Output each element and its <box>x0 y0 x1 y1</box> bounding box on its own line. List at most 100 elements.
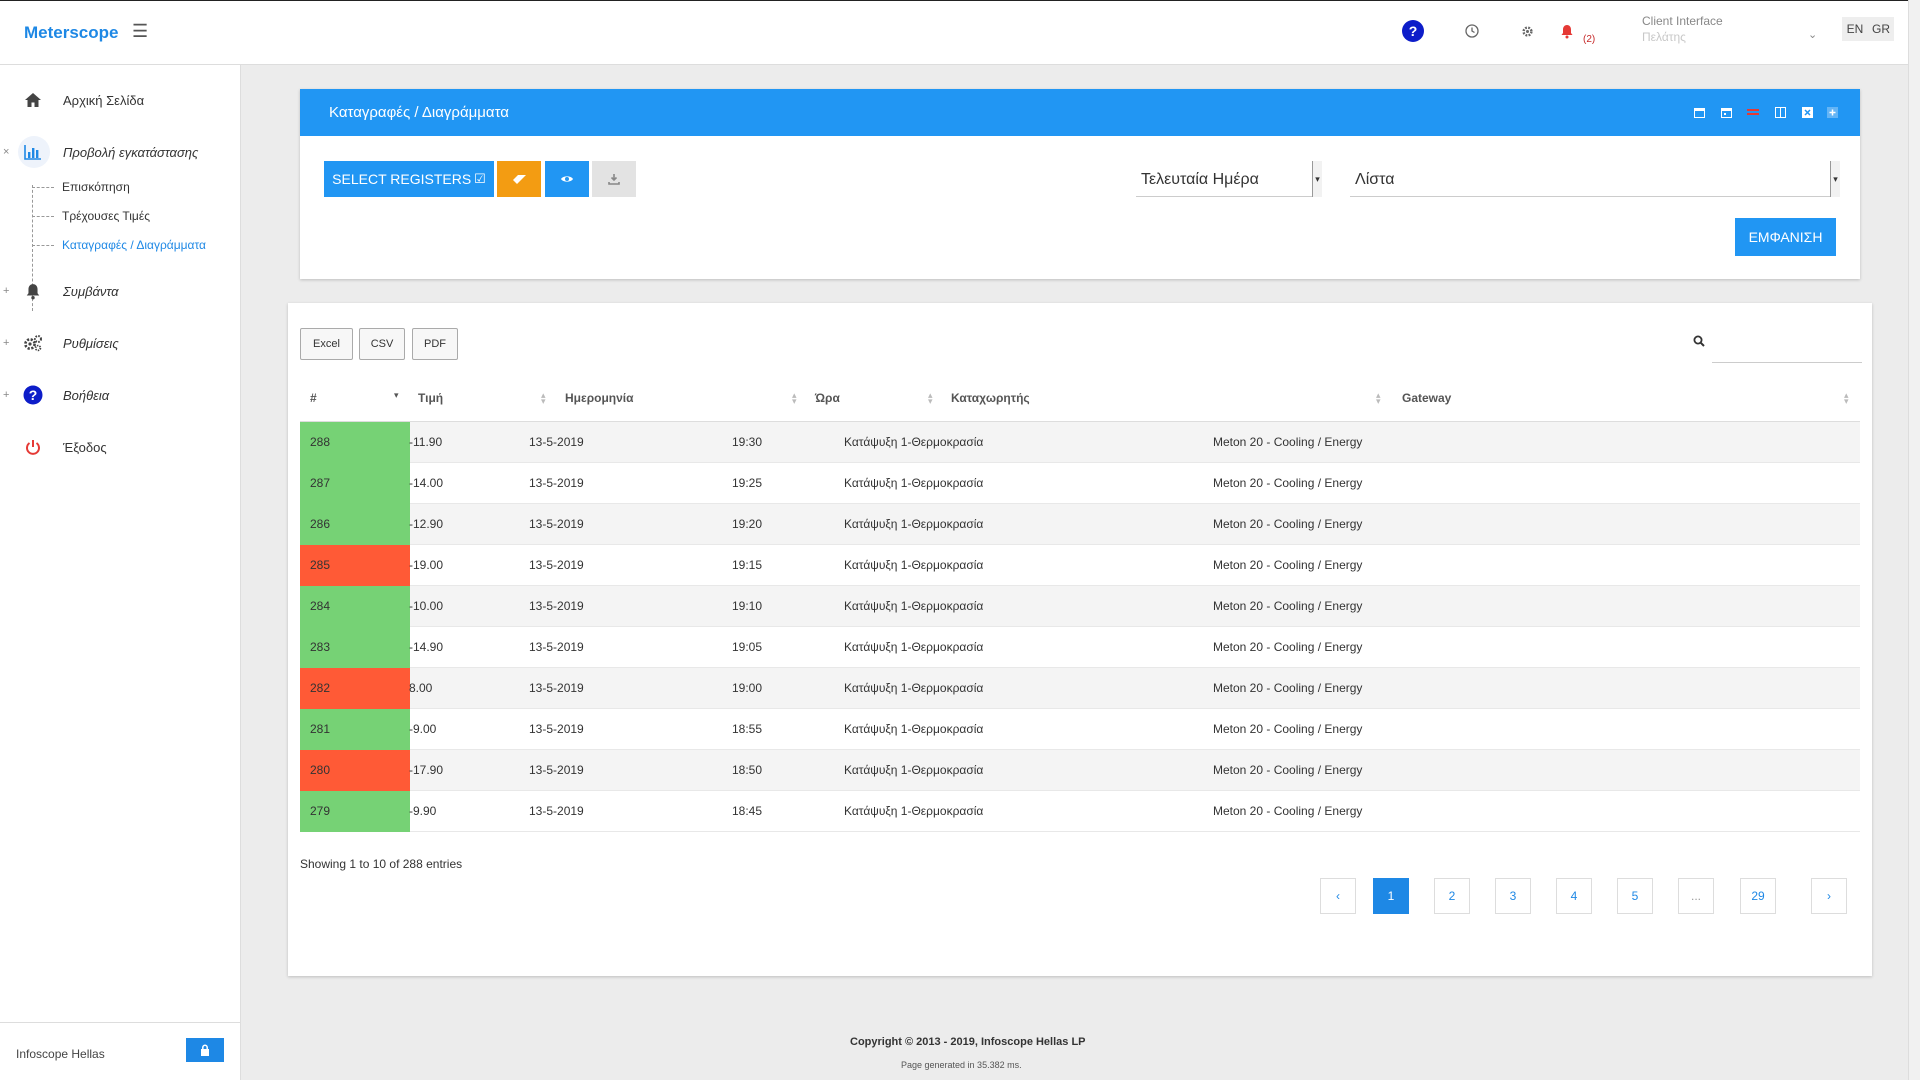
page-ellipsis: ... <box>1678 878 1714 914</box>
eraser-icon <box>512 174 526 184</box>
sidebar-item-home[interactable]: Αρχική Σελίδα <box>0 80 241 120</box>
records-filter-panel: Καταγραφές / Διαγράμματα SELECT REGISTER… <box>300 89 1860 279</box>
prev-page-button[interactable]: ‹ <box>1320 878 1356 914</box>
lang-en-button[interactable]: EN <box>1842 17 1868 41</box>
brand-logo[interactable]: Meterscope <box>24 23 118 43</box>
select-registers-button[interactable]: SELECT REGISTERS ☑ <box>324 161 494 197</box>
page-4-button[interactable]: 4 <box>1556 878 1592 914</box>
calendar-icon[interactable] <box>1692 105 1706 119</box>
cell-value: -12.90 <box>409 517 444 531</box>
chevron-down-icon[interactable]: ⌄ <box>1808 28 1817 41</box>
sidebar-item-label: Αρχική Σελίδα <box>63 92 145 108</box>
eraser-button[interactable] <box>497 161 541 197</box>
sidebar-item-label: Βοήθεια <box>63 387 110 403</box>
column-header-register[interactable]: Καταχωρητής <box>951 391 1030 405</box>
column-header-value[interactable]: Τιμή <box>418 391 443 405</box>
expand-icon[interactable] <box>1825 105 1839 119</box>
sidebar-item-label: Ρυθμίσεις <box>63 335 119 351</box>
next-page-button[interactable]: › <box>1811 878 1847 914</box>
checkbox-icon: ☑ <box>474 171 486 186</box>
sort-icon[interactable]: ▴ ▾ <box>928 391 933 406</box>
help-icon[interactable]: ? <box>1402 20 1424 42</box>
show-button[interactable]: ΕΜΦΑΝΙΣΗ <box>1735 218 1836 256</box>
cell-time: 19:30 <box>732 435 763 449</box>
sort-icon[interactable]: ▴ ▾ <box>792 391 797 406</box>
cell-value: 8.00 <box>409 681 433 695</box>
view-mode-select[interactable]: Λίστα ▾ <box>1350 161 1840 197</box>
sidebar-subitem-overview[interactable]: Επισκόπηση <box>62 180 130 194</box>
column-header-gateway[interactable]: Gateway <box>1402 391 1451 405</box>
export-pdf-button[interactable]: PDF <box>412 328 458 360</box>
preview-button[interactable] <box>545 161 589 197</box>
cell-value: -10.00 <box>409 599 444 613</box>
page-1-button[interactable]: 1 <box>1373 878 1409 914</box>
tree-connector <box>32 245 54 246</box>
sort-icon[interactable]: ▴ ▾ <box>1844 391 1849 406</box>
cell-register: Κατάψυξη 1-Θερμοκρασία <box>844 435 984 449</box>
menu-toggle-icon[interactable]: ☰ <box>132 21 148 42</box>
cell-register: Κατάψυξη 1-Θερμοκρασία <box>844 722 984 736</box>
client-interface-label[interactable]: Client Interface <box>1642 14 1723 28</box>
sidebar-item-settings[interactable]: + Ρυθμίσεις <box>0 323 241 363</box>
sidebar-footer: Infoscope Hellas <box>0 1022 241 1080</box>
column-header-time[interactable]: Ώρα <box>815 391 840 405</box>
gears-icon <box>22 332 44 354</box>
cell-gateway: Meton 20 - Cooling / Energy <box>1213 640 1363 654</box>
table-search-input[interactable] <box>1712 326 1862 363</box>
cell-register: Κατάψυξη 1-Θερμοκρασία <box>844 599 984 613</box>
sidebar-item-events[interactable]: + Συμβάντα <box>0 271 241 311</box>
expand-icon[interactable]: + <box>3 337 9 349</box>
cell-gateway: Meton 20 - Cooling / Energy <box>1213 599 1363 613</box>
cell-id: 287 <box>310 476 331 490</box>
sidebar-item-help[interactable]: + ? Βοήθεια <box>0 375 241 415</box>
sort-desc-icon[interactable]: ▾ <box>394 391 399 400</box>
page-scrollbar[interactable] <box>1908 0 1920 1080</box>
period-select[interactable]: Τελευταία Ημέρα ▾ <box>1136 161 1322 197</box>
help-icon: ? <box>22 384 44 406</box>
gear-icon[interactable] <box>1516 20 1538 42</box>
columns-icon[interactable] <box>1773 105 1787 119</box>
cell-id: 283 <box>310 640 331 654</box>
expand-icon[interactable]: + <box>3 389 9 401</box>
bell-icon[interactable] <box>1556 20 1578 42</box>
view-mode-value: Λίστα <box>1355 171 1395 188</box>
lock-button[interactable] <box>186 1038 224 1062</box>
sidebar-item-logout[interactable]: Έξοδος <box>0 427 241 467</box>
cell-time: 18:55 <box>732 722 763 736</box>
sidebar-subitem-current-values[interactable]: Τρέχουσες Τιμές <box>62 209 150 223</box>
collapse-icon[interactable]: × <box>3 146 9 158</box>
cell-date: 13-5-2019 <box>529 517 584 531</box>
cell-id: 279 <box>310 804 331 818</box>
page-3-button[interactable]: 3 <box>1495 878 1531 914</box>
sidebar-item-installation-view[interactable]: × Προβολή εγκατάστασης <box>0 132 241 172</box>
close-icon[interactable] <box>1800 105 1814 119</box>
cell-id: 281 <box>310 722 331 736</box>
column-header-id[interactable]: # <box>310 391 317 405</box>
cell-date: 13-5-2019 <box>529 558 584 572</box>
export-excel-button[interactable]: Excel <box>300 328 353 360</box>
table-row: 280 -17.90 13-5-2019 18:50 Κατάψυξη 1-Θερμοκ… <box>300 750 1860 791</box>
cell-gateway: Meton 20 - Cooling / Energy <box>1213 763 1363 777</box>
page-29-button[interactable]: 29 <box>1740 878 1776 914</box>
export-csv-button[interactable]: CSV <box>359 328 405 360</box>
lang-gr-button[interactable]: GR <box>1868 17 1894 41</box>
download-button[interactable] <box>592 161 636 197</box>
sort-icon[interactable]: ▴ ▾ <box>541 391 546 406</box>
lock-icon <box>201 1044 209 1056</box>
page-5-button[interactable]: 5 <box>1617 878 1653 914</box>
cell-time: 19:15 <box>732 558 763 572</box>
compare-icon[interactable] <box>1746 105 1760 119</box>
expand-icon[interactable]: + <box>3 285 9 297</box>
cell-time: 18:45 <box>732 804 763 818</box>
cell-date: 13-5-2019 <box>529 763 584 777</box>
sidebar-subitem-records-charts[interactable]: Καταγραφές / Διαγράμματα <box>62 238 206 252</box>
column-header-date[interactable]: Ημερομηνία <box>565 391 634 405</box>
client-role[interactable]: Πελάτης <box>1642 30 1686 44</box>
clock-icon[interactable] <box>1461 20 1483 42</box>
period-select-value: Τελευταία Ημέρα <box>1141 171 1259 188</box>
calendar-range-icon[interactable] <box>1719 105 1733 119</box>
sort-icon[interactable]: ▴ ▾ <box>1376 391 1381 406</box>
cell-register: Κατάψυξη 1-Θερμοκρασία <box>844 763 984 777</box>
cell-gateway: Meton 20 - Cooling / Energy <box>1213 804 1363 818</box>
page-2-button[interactable]: 2 <box>1434 878 1470 914</box>
